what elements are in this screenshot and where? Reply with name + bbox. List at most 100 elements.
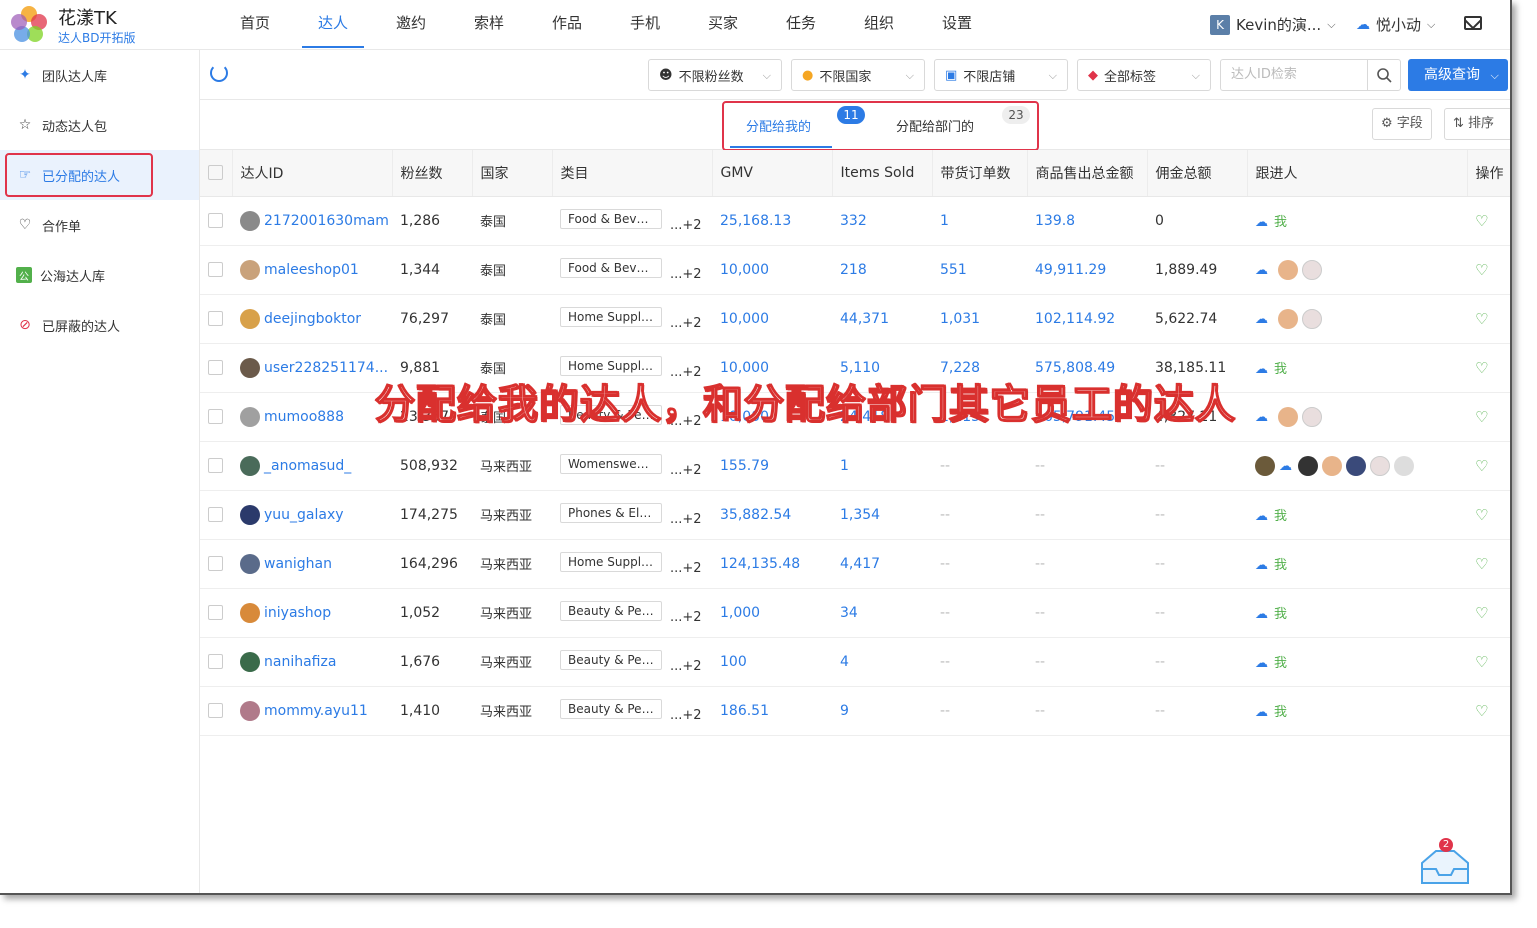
nav-invite[interactable]: 邀约 bbox=[372, 0, 450, 50]
column-header[interactable]: Items Sold bbox=[832, 150, 933, 197]
creator-id-link[interactable]: 2172001630mam bbox=[264, 213, 389, 229]
table-row[interactable]: mommy.ayu11 1,410 马来西亚 Beauty & Per... ...+2… bbox=[200, 686, 1510, 736]
more-categories[interactable]: ...+2 bbox=[670, 610, 702, 625]
column-header[interactable]: 粉丝数 bbox=[392, 150, 473, 197]
sidebar-item-public-pool[interactable]: 公 公海达人库 bbox=[0, 250, 199, 300]
table-row[interactable]: deejingboktor 76,297 泰国 Home Supplies ...+2 1… bbox=[200, 294, 1510, 344]
table-row[interactable]: nanihafiza 1,676 马来西亚 Beauty & Per... ...+2 1… bbox=[200, 637, 1510, 687]
row-checkbox[interactable] bbox=[208, 556, 223, 571]
nav-phones[interactable]: 手机 bbox=[606, 0, 684, 50]
mail-icon[interactable] bbox=[1464, 16, 1482, 30]
creator-id-link[interactable]: mumoo888 bbox=[264, 409, 344, 425]
cooperate-icon[interactable]: ♡ bbox=[1475, 457, 1488, 475]
row-checkbox[interactable] bbox=[208, 311, 223, 326]
nav-samples[interactable]: 索样 bbox=[450, 0, 528, 50]
table-row[interactable]: _anomasud_ 508,932 马来西亚 Womenswea... ...+2 15… bbox=[200, 441, 1510, 491]
row-checkbox[interactable] bbox=[208, 360, 223, 375]
row-checkbox[interactable] bbox=[208, 213, 223, 228]
more-categories[interactable]: ...+2 bbox=[670, 512, 702, 527]
row-checkbox[interactable] bbox=[208, 507, 223, 522]
row-checkbox[interactable] bbox=[208, 409, 223, 424]
creator-id-link[interactable]: iniyashop bbox=[264, 605, 331, 621]
fields-button[interactable]: ⚙ 字段 bbox=[1372, 108, 1432, 140]
sidebar-item-blocked[interactable]: ⊘ 已屏蔽的达人 bbox=[0, 300, 199, 350]
nav-settings[interactable]: 设置 bbox=[918, 0, 996, 50]
country-filter[interactable]: ● 不限国家 ⌵ bbox=[791, 59, 925, 91]
nav-buyers[interactable]: 买家 bbox=[684, 0, 762, 50]
table-row[interactable]: yuu_galaxy 174,275 马来西亚 Phones & Ele... ...+… bbox=[200, 490, 1510, 540]
more-categories[interactable]: ...+2 bbox=[670, 316, 702, 331]
creator-id-link[interactable]: user228251174... bbox=[264, 360, 388, 376]
table-header: 达人ID 粉丝数 国家 类目 GMV Items Sold 带货订单数 商品售出… bbox=[200, 150, 1510, 197]
creator-id-link[interactable]: maleeshop01 bbox=[264, 262, 359, 278]
table-row[interactable]: wanighan 164,296 马来西亚 Home Supplies ...+2 124… bbox=[200, 539, 1510, 589]
fans-cell: 1,676 bbox=[392, 637, 472, 687]
sidebar-item-dynamic-pack[interactable]: ☆ 动态达人包 bbox=[0, 100, 199, 150]
sidebar-item-cooperation[interactable]: ♡ 合作单 bbox=[0, 200, 199, 250]
items-sold-cell: 1 bbox=[832, 441, 932, 491]
cooperate-icon[interactable]: ♡ bbox=[1475, 702, 1488, 720]
nav-tasks[interactable]: 任务 bbox=[762, 0, 840, 50]
column-header[interactable]: 国家 bbox=[472, 150, 553, 197]
nav-works[interactable]: 作品 bbox=[528, 0, 606, 50]
row-checkbox[interactable] bbox=[208, 262, 223, 277]
cooperate-icon[interactable]: ♡ bbox=[1475, 506, 1488, 524]
followers-cell: ☁ bbox=[1247, 294, 1467, 344]
creator-id-link[interactable]: nanihafiza bbox=[264, 654, 336, 670]
creator-id-link[interactable]: yuu_galaxy bbox=[264, 507, 344, 523]
nav-creators[interactable]: 达人 bbox=[294, 0, 372, 50]
column-header[interactable]: 带货订单数 bbox=[932, 150, 1028, 197]
cooperate-icon[interactable]: ♡ bbox=[1475, 261, 1488, 279]
user-menu[interactable]: K Kevin的演... ⌵ bbox=[1210, 14, 1336, 35]
search-input[interactable]: 达人ID检索 bbox=[1220, 59, 1368, 91]
table-row[interactable]: 2172001630mam 1,286 泰国 Food & Beve... ...+2 2… bbox=[200, 196, 1510, 246]
column-header[interactable]: 跟进人 bbox=[1247, 150, 1468, 197]
fans-filter[interactable]: ☻ 不限粉丝数 ⌵ bbox=[648, 59, 782, 91]
more-categories[interactable]: ...+2 bbox=[670, 659, 702, 674]
sidebar-item-team-library[interactable]: ✦ 团队达人库 bbox=[0, 50, 199, 100]
creator-id-link[interactable]: wanighan bbox=[264, 556, 332, 572]
tags-filter[interactable]: ◆ 全部标签 ⌵ bbox=[1077, 59, 1211, 91]
cooperate-icon[interactable]: ♡ bbox=[1475, 653, 1488, 671]
sales-cell: -- bbox=[1027, 490, 1147, 540]
cooperate-icon[interactable]: ♡ bbox=[1475, 212, 1488, 230]
cooperate-icon[interactable]: ♡ bbox=[1475, 359, 1488, 377]
nav-org[interactable]: 组织 bbox=[840, 0, 918, 50]
cooperate-icon[interactable]: ♡ bbox=[1475, 604, 1488, 622]
column-header[interactable]: 佣金总额 bbox=[1147, 150, 1248, 197]
nav-home[interactable]: 首页 bbox=[216, 0, 294, 50]
table-row[interactable]: maleeshop01 1,344 泰国 Food & Beve... ...+2 10,… bbox=[200, 245, 1510, 295]
column-header[interactable]: GMV bbox=[712, 150, 833, 197]
search-button[interactable] bbox=[1367, 59, 1401, 91]
column-header: 操作 bbox=[1467, 150, 1510, 197]
row-checkbox[interactable] bbox=[208, 703, 223, 718]
advanced-search-button[interactable]: 高级查询 ⌵ bbox=[1408, 59, 1508, 91]
shop-filter[interactable]: ▣ 不限店铺 ⌵ bbox=[934, 59, 1068, 91]
company-menu[interactable]: ☁ 悦小动 ⌵ bbox=[1356, 14, 1435, 35]
row-checkbox[interactable] bbox=[208, 605, 223, 620]
column-header[interactable]: 类目 bbox=[552, 150, 713, 197]
avatar bbox=[240, 700, 260, 721]
more-categories[interactable]: ...+2 bbox=[670, 463, 702, 478]
cooperate-icon[interactable]: ♡ bbox=[1475, 310, 1488, 328]
cooperate-icon[interactable]: ♡ bbox=[1475, 408, 1488, 426]
more-categories[interactable]: ...+2 bbox=[670, 267, 702, 282]
cooperate-icon[interactable]: ♡ bbox=[1475, 555, 1488, 573]
more-categories[interactable]: ...+2 bbox=[670, 708, 702, 723]
refresh-icon[interactable] bbox=[210, 64, 228, 82]
creator-id-link[interactable]: deejingboktor bbox=[264, 311, 361, 327]
more-categories[interactable]: ...+2 bbox=[670, 561, 702, 576]
category-tag: Food & Beve... bbox=[560, 257, 662, 278]
sort-button[interactable]: ⇅ 排序 bbox=[1444, 108, 1510, 140]
row-checkbox[interactable] bbox=[208, 458, 223, 473]
table-row[interactable]: iniyashop 1,052 马来西亚 Beauty & Per... ...+2 1,… bbox=[200, 588, 1510, 638]
creator-id-link[interactable]: _anomasud_ bbox=[264, 458, 351, 474]
creator-id-link[interactable]: mommy.ayu11 bbox=[264, 703, 368, 719]
row-checkbox[interactable] bbox=[208, 654, 223, 669]
sales-cell: 49,911.29 bbox=[1027, 245, 1147, 295]
column-header[interactable]: 达人ID bbox=[232, 150, 393, 197]
select-all-checkbox[interactable] bbox=[208, 165, 223, 181]
column-header[interactable]: 商品售出总金额 bbox=[1027, 150, 1148, 197]
chevron-down-icon: ⌵ bbox=[905, 69, 914, 82]
more-categories[interactable]: ...+2 bbox=[670, 218, 702, 233]
